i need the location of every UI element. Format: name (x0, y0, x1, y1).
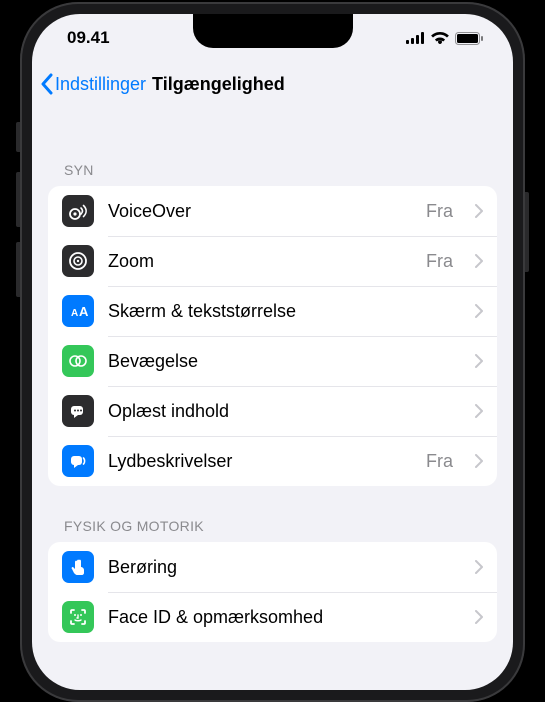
content-scroll[interactable]: SYN VoiceOver Fra Zoom Fra (32, 106, 513, 690)
chevron-right-icon (475, 610, 483, 624)
status-indicators (406, 32, 483, 45)
phone-frame: 09.41 Indstillinger Tilgængelighed SYN (20, 2, 525, 702)
row-value: Fra (426, 201, 453, 222)
row-voiceover[interactable]: VoiceOver Fra (48, 186, 497, 236)
row-audio-descriptions[interactable]: Lydbeskrivelser Fra (48, 436, 497, 486)
row-label: VoiceOver (108, 201, 412, 222)
section-header-motor: FYSIK OG MOTORIK (48, 486, 497, 542)
svg-text:A: A (71, 308, 78, 319)
cellular-icon (406, 32, 425, 44)
row-motion[interactable]: Bevægelse (48, 336, 497, 386)
row-label: Lydbeskrivelser (108, 451, 412, 472)
mute-switch (16, 122, 20, 152)
chevron-right-icon (475, 560, 483, 574)
screen: 09.41 Indstillinger Tilgængelighed SYN (32, 14, 513, 690)
wifi-icon (431, 32, 449, 44)
row-label: Face ID & opmærksomhed (108, 607, 453, 628)
row-zoom[interactable]: Zoom Fra (48, 236, 497, 286)
row-touch[interactable]: Berøring (48, 542, 497, 592)
row-value: Fra (426, 451, 453, 472)
text-size-icon: AA (62, 295, 94, 327)
row-label: Zoom (108, 251, 412, 272)
battery-icon (455, 32, 483, 45)
volume-down-button (16, 242, 20, 297)
audio-desc-icon (62, 445, 94, 477)
back-label: Indstillinger (55, 74, 146, 95)
row-spoken-content[interactable]: Oplæst indhold (48, 386, 497, 436)
spoken-content-icon (62, 395, 94, 427)
list-group-vision: VoiceOver Fra Zoom Fra AA Skærm (48, 186, 497, 486)
status-time: 09.41 (67, 28, 110, 48)
row-label: Oplæst indhold (108, 401, 453, 422)
touch-icon (62, 551, 94, 583)
chevron-right-icon (475, 454, 483, 468)
chevron-right-icon (475, 404, 483, 418)
chevron-right-icon (475, 304, 483, 318)
back-button[interactable]: Indstillinger (40, 73, 146, 95)
chevron-right-icon (475, 204, 483, 218)
section-header-vision: SYN (48, 106, 497, 186)
nav-bar: Indstillinger Tilgængelighed (32, 62, 513, 106)
row-value: Fra (426, 251, 453, 272)
power-button (525, 192, 529, 272)
notch (193, 14, 353, 48)
row-display-text-size[interactable]: AA Skærm & tekststørrelse (48, 286, 497, 336)
list-group-motor: Berøring Face ID & opmærksomhed (48, 542, 497, 642)
svg-text:A: A (79, 304, 88, 319)
page-title: Tilgængelighed (152, 74, 285, 95)
volume-up-button (16, 172, 20, 227)
chevron-left-icon (40, 73, 53, 95)
chevron-right-icon (475, 354, 483, 368)
row-label: Berøring (108, 557, 453, 578)
zoom-icon (62, 245, 94, 277)
chevron-right-icon (475, 254, 483, 268)
row-faceid-attention[interactable]: Face ID & opmærksomhed (48, 592, 497, 642)
voiceover-icon (62, 195, 94, 227)
row-label: Skærm & tekststørrelse (108, 301, 453, 322)
motion-icon (62, 345, 94, 377)
row-label: Bevægelse (108, 351, 453, 372)
faceid-icon (62, 601, 94, 633)
